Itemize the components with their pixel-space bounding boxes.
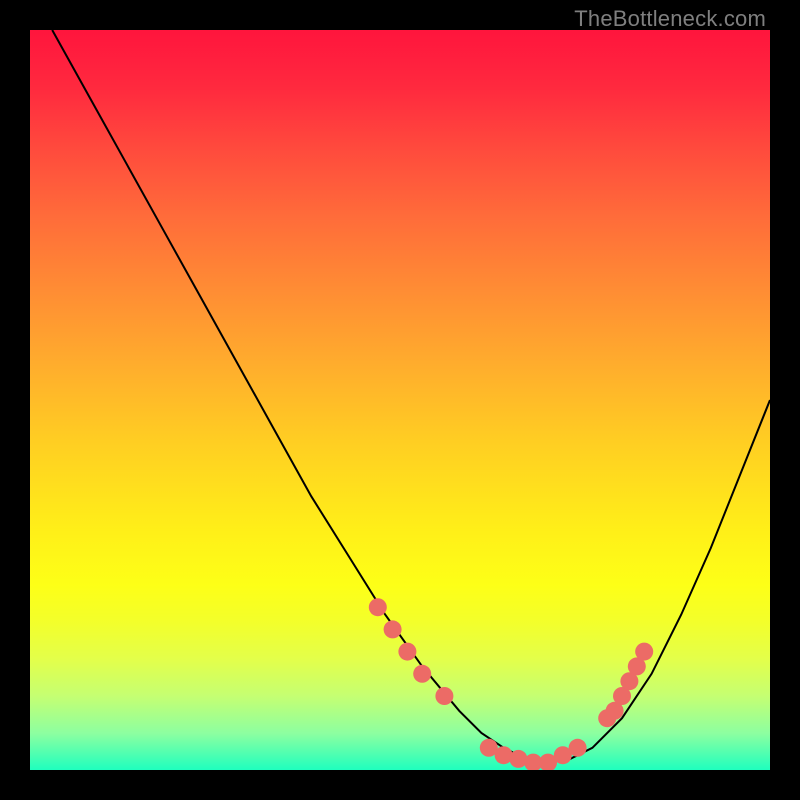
data-marker xyxy=(435,687,453,705)
data-marker xyxy=(635,643,653,661)
chart-container: TheBottleneck.com xyxy=(0,0,800,800)
chart-svg xyxy=(30,30,770,770)
plot-area xyxy=(30,30,770,770)
data-markers xyxy=(369,598,653,770)
data-marker xyxy=(384,620,402,638)
data-marker xyxy=(413,665,431,683)
data-marker xyxy=(398,643,416,661)
data-marker xyxy=(369,598,387,616)
data-marker xyxy=(569,739,587,757)
watermark-text: TheBottleneck.com xyxy=(574,6,766,32)
